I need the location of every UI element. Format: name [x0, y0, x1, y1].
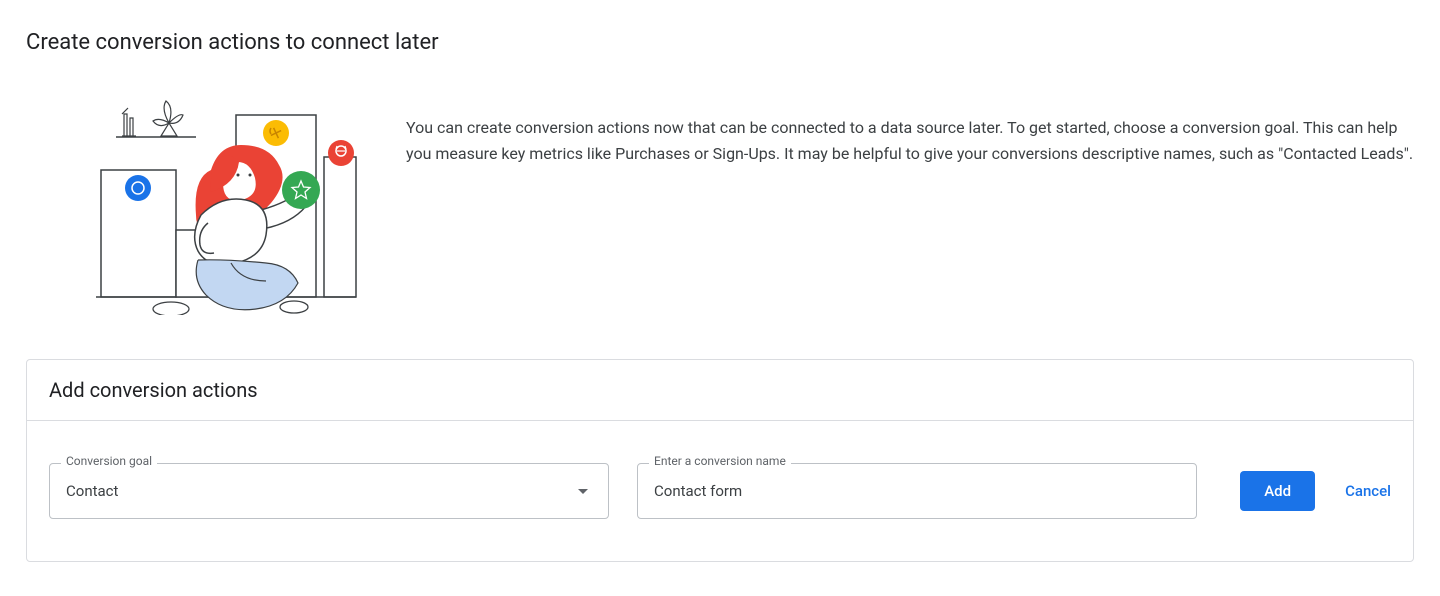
- page-title: Create conversion actions to connect lat…: [26, 30, 1414, 55]
- add-conversion-card: Add conversion actions Conversion goal C…: [26, 359, 1414, 562]
- chevron-down-icon: [578, 489, 588, 494]
- conversion-name-label: Enter a conversion name: [649, 454, 791, 468]
- intro-text: You can create conversion actions now th…: [406, 85, 1414, 319]
- intro-section: You can create conversion actions now th…: [26, 85, 1414, 319]
- form-actions: Add Cancel: [1240, 471, 1391, 511]
- cancel-button[interactable]: Cancel: [1345, 482, 1391, 500]
- illustration-image: [66, 85, 366, 319]
- conversion-goal-field: Conversion goal Contact: [49, 463, 609, 519]
- add-button[interactable]: Add: [1240, 471, 1315, 511]
- card-body: Conversion goal Contact Enter a conversi…: [27, 421, 1413, 561]
- conversion-name-input[interactable]: [637, 463, 1197, 519]
- conversion-name-field: Enter a conversion name: [637, 463, 1197, 519]
- card-title: Add conversion actions: [27, 360, 1413, 421]
- conversion-goal-value: Contact: [66, 482, 118, 500]
- conversion-goal-select[interactable]: Contact: [49, 463, 609, 519]
- conversion-goal-label: Conversion goal: [61, 454, 157, 468]
